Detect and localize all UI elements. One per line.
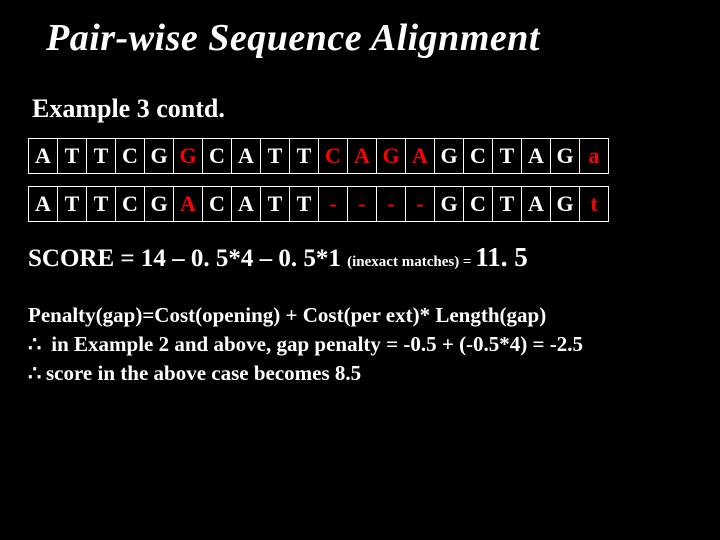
seq-cell: C	[203, 138, 232, 173]
seq-cell-gap: -	[319, 186, 348, 221]
seq-cell: G	[145, 186, 174, 221]
seq-cell: A	[232, 186, 261, 221]
seq-cell-mismatch: A	[174, 186, 203, 221]
seq-cell-gap: C	[319, 138, 348, 173]
seq-cell: G	[435, 138, 464, 173]
slide: Pair-wise Sequence Alignment Example 3 c…	[0, 0, 720, 540]
seq-cell: G	[435, 186, 464, 221]
penalty-conclusion: ∴score in the above case becomes 8.5	[28, 359, 692, 388]
sequence-row-2: A T T C G A C A T T - - - - G C T A G t	[28, 186, 609, 222]
seq-cell: T	[58, 138, 87, 173]
therefore-icon: ∴	[28, 331, 46, 359]
seq-cell: A	[29, 186, 58, 221]
penalty-example-text: in Example 2 and above, gap penalty = -0…	[46, 332, 583, 356]
seq-cell-gap: -	[377, 186, 406, 221]
page-title: Pair-wise Sequence Alignment	[46, 18, 692, 60]
seq-cell: T	[58, 186, 87, 221]
therefore-icon: ∴	[28, 360, 46, 388]
example-label: Example 3 contd.	[32, 94, 692, 124]
seq-cell-inexact: a	[580, 138, 609, 173]
seq-cell: T	[290, 186, 319, 221]
seq-cell: T	[261, 138, 290, 173]
seq-cell: T	[87, 138, 116, 173]
seq-cell: A	[29, 138, 58, 173]
seq-cell-gap: -	[406, 186, 435, 221]
penalty-block: Penalty(gap)=Cost(opening) + Cost(per ex…	[28, 301, 692, 388]
seq-cell: C	[116, 186, 145, 221]
sequence-row-1: A T T C G G C A T T C A G A G C T A G a	[28, 138, 609, 174]
seq-cell: T	[87, 186, 116, 221]
seq-cell-gap: G	[377, 138, 406, 173]
seq-cell-gap: -	[348, 186, 377, 221]
score-line: SCORE = 14 – 0. 5*4 – 0. 5*1 (inexact ma…	[28, 240, 692, 276]
seq-cell: T	[290, 138, 319, 173]
table-row: A T T C G G C A T T C A G A G C T A G a	[29, 138, 609, 173]
seq-cell: A	[232, 138, 261, 173]
seq-cell: C	[464, 186, 493, 221]
seq-cell: T	[493, 138, 522, 173]
seq-cell: G	[551, 138, 580, 173]
seq-cell: C	[116, 138, 145, 173]
seq-cell: G	[551, 186, 580, 221]
seq-cell: T	[261, 186, 290, 221]
score-expression: SCORE = 14 – 0. 5*4 – 0. 5*1	[28, 245, 347, 272]
seq-cell-gap: A	[348, 138, 377, 173]
penalty-formula: Penalty(gap)=Cost(opening) + Cost(per ex…	[28, 301, 692, 329]
penalty-example: ∴ in Example 2 and above, gap penalty = …	[28, 330, 692, 359]
seq-cell: C	[203, 186, 232, 221]
score-result: 11. 5	[475, 242, 528, 272]
penalty-conclusion-text: score in the above case becomes 8.5	[46, 361, 361, 385]
seq-cell: C	[464, 138, 493, 173]
seq-cell-inexact: t	[580, 186, 609, 221]
seq-cell: A	[522, 138, 551, 173]
table-row: A T T C G A C A T T - - - - G C T A G t	[29, 186, 609, 221]
seq-cell-gap: A	[406, 138, 435, 173]
score-note: (inexact matches) =	[347, 254, 475, 270]
seq-cell: A	[522, 186, 551, 221]
seq-cell-mismatch: G	[174, 138, 203, 173]
seq-cell: T	[493, 186, 522, 221]
seq-cell: G	[145, 138, 174, 173]
